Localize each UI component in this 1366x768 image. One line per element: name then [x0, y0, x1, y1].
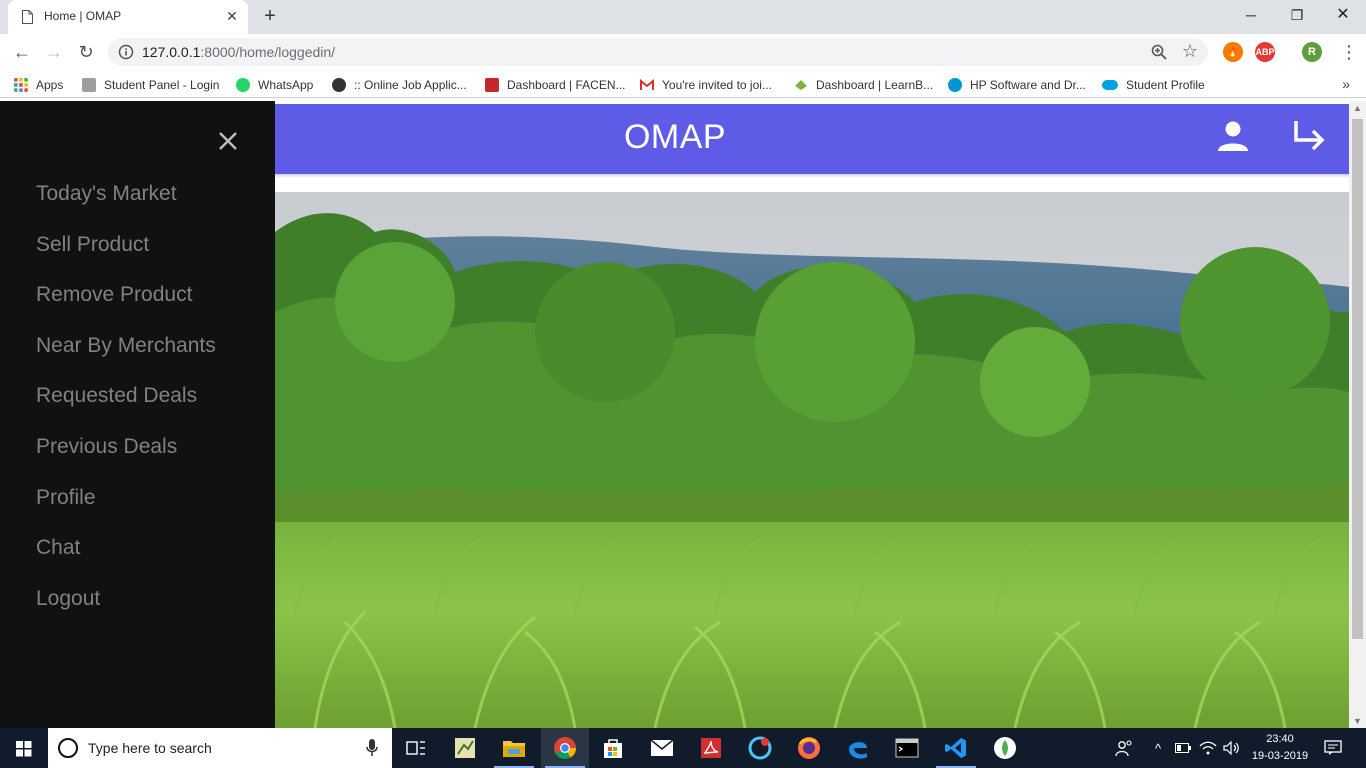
- gmail-icon: [640, 78, 654, 90]
- firefox-icon[interactable]: [785, 728, 833, 768]
- system-clock[interactable]: 23:40 19-03-2019: [1250, 731, 1310, 765]
- ccleaner-icon[interactable]: [736, 728, 784, 768]
- notification-center-icon[interactable]: [1318, 728, 1348, 768]
- apps-grid-icon: [14, 78, 28, 92]
- sidenav-item-chat[interactable]: Chat: [36, 533, 216, 584]
- bookmark-whatsapp[interactable]: WhatsApp: [236, 76, 313, 94]
- tab-title: Home | OMAP: [44, 9, 122, 23]
- browser-tab[interactable]: Home | OMAP ✕: [8, 0, 248, 34]
- file-explorer-icon[interactable]: [490, 728, 538, 768]
- mail-icon[interactable]: [638, 728, 686, 768]
- bookmarks-bar: Apps Student Panel - Login WhatsApp :: O…: [0, 70, 1366, 98]
- sidenav-item-logout[interactable]: Logout: [36, 584, 216, 635]
- info-icon[interactable]: [118, 44, 134, 60]
- reload-icon[interactable]: ↻: [74, 40, 98, 64]
- browser-menu-icon[interactable]: ⋮: [1340, 42, 1358, 62]
- user-profile-icon[interactable]: [1215, 118, 1251, 154]
- volume-icon[interactable]: [1220, 728, 1244, 768]
- app-header: OMAP: [275, 104, 1349, 174]
- hp-icon: [948, 78, 962, 92]
- tray-chevron-up-icon[interactable]: ^: [1148, 728, 1168, 768]
- taskbar-search-box[interactable]: Type here to search: [48, 728, 392, 768]
- page-icon: [22, 10, 33, 24]
- logout-arrow-icon[interactable]: [1291, 118, 1327, 154]
- sidenav-item-remove-product[interactable]: Remove Product: [36, 280, 216, 331]
- task-view-icon[interactable]: [392, 728, 440, 768]
- windows-taskbar: Type here to search ^ 23:40 19-03-2019: [0, 728, 1366, 768]
- sidenav-item-todays-market[interactable]: Today's Market: [36, 179, 216, 230]
- facen-icon: [485, 78, 499, 92]
- edge-icon[interactable]: [834, 728, 882, 768]
- command-prompt-icon[interactable]: [883, 728, 931, 768]
- student-panel-icon: [82, 78, 96, 92]
- header-shadow: [275, 174, 1349, 178]
- restore-button[interactable]: ❐: [1274, 0, 1320, 32]
- sidenav-item-profile[interactable]: Profile: [36, 483, 216, 534]
- page-scrollbar[interactable]: ▲ ▼: [1349, 101, 1366, 728]
- zoom-icon[interactable]: [1150, 43, 1168, 61]
- mongodb-compass-icon[interactable]: [981, 728, 1029, 768]
- url-text: 127.0.0.1:8000/home/loggedin/: [142, 44, 336, 60]
- new-tab-button[interactable]: +: [259, 5, 281, 27]
- vscode-icon[interactable]: [932, 728, 980, 768]
- fire-extension-icon[interactable]: 🔥: [1223, 42, 1243, 62]
- bookmark-dashboard-facen[interactable]: Dashboard | FACEN...: [485, 76, 626, 94]
- bookmark-student-panel[interactable]: Student Panel - Login: [82, 76, 219, 94]
- sidenav-item-sell-product[interactable]: Sell Product: [36, 230, 216, 281]
- side-navigation: Today's Market Sell Product Remove Produ…: [0, 101, 275, 728]
- page-viewport: Today's Market Sell Product Remove Produ…: [0, 101, 1366, 728]
- sidenav-item-previous-deals[interactable]: Previous Deals: [36, 432, 216, 483]
- bookmark-student-profile[interactable]: Student Profile: [1102, 76, 1205, 94]
- bookmark-online-job[interactable]: :: Online Job Applic...: [332, 76, 467, 94]
- scrollbar-thumb[interactable]: [1352, 119, 1363, 639]
- people-icon[interactable]: [1112, 728, 1136, 768]
- minimize-button[interactable]: ─: [1228, 0, 1274, 32]
- back-arrow-icon[interactable]: ←: [10, 40, 34, 64]
- address-bar[interactable]: 127.0.0.1:8000/home/loggedin/ ☆: [108, 38, 1208, 66]
- bookmark-hp-software[interactable]: HP Software and Dr...: [948, 76, 1086, 94]
- salesforce-cloud-icon: [1102, 80, 1118, 90]
- wifi-icon[interactable]: [1196, 728, 1220, 768]
- tab-close-icon[interactable]: ✕: [224, 8, 240, 24]
- clock-date: 19-03-2019: [1251, 750, 1309, 762]
- profile-avatar[interactable]: R: [1302, 42, 1322, 62]
- bookmark-dashboard-learnb[interactable]: Dashboard | LearnB...: [794, 76, 933, 94]
- browser-tab-strip: Home | OMAP ✕ + ─ ❐ ✕: [0, 0, 1366, 34]
- app-brand-title: OMAP: [623, 118, 727, 156]
- chrome-taskbar-icon[interactable]: [541, 728, 589, 768]
- windows-start-icon[interactable]: [0, 728, 48, 768]
- taskbar-search-placeholder: Type here to search: [88, 740, 212, 756]
- hero-farm-image: [275, 192, 1349, 728]
- adblock-extension-icon[interactable]: ABP: [1255, 42, 1275, 62]
- cortana-icon: [58, 738, 78, 758]
- sidenav-menu: Today's Market Sell Product Remove Produ…: [36, 179, 216, 634]
- scroll-down-icon[interactable]: ▼: [1353, 716, 1362, 726]
- window-close-button[interactable]: ✕: [1320, 0, 1366, 32]
- browser-toolbar: ← → ↻ 127.0.0.1:8000/home/loggedin/ ☆ 🔥 …: [0, 34, 1366, 70]
- bookmark-apps[interactable]: Apps: [14, 76, 63, 94]
- close-sidenav-icon[interactable]: [214, 127, 242, 155]
- battery-icon[interactable]: [1172, 728, 1194, 768]
- job-portal-icon: [332, 78, 346, 92]
- whatsapp-icon: [236, 78, 250, 92]
- microphone-icon[interactable]: [366, 739, 378, 757]
- bookmark-gmail-invite[interactable]: You're invited to joi...: [640, 76, 772, 94]
- learnb-icon: [795, 80, 807, 90]
- sidenav-item-near-by-merchants[interactable]: Near By Merchants: [36, 331, 216, 382]
- bookmark-star-icon[interactable]: ☆: [1182, 41, 1198, 62]
- clock-time: 23:40: [1266, 733, 1294, 745]
- bookmarks-overflow-icon[interactable]: »: [1342, 76, 1350, 92]
- pdf-reader-icon[interactable]: [687, 728, 735, 768]
- sidenav-item-requested-deals[interactable]: Requested Deals: [36, 381, 216, 432]
- scroll-up-icon[interactable]: ▲: [1353, 103, 1362, 113]
- store-icon[interactable]: [589, 728, 637, 768]
- editor-app-icon[interactable]: [441, 728, 489, 768]
- forward-arrow-icon[interactable]: →: [42, 40, 66, 64]
